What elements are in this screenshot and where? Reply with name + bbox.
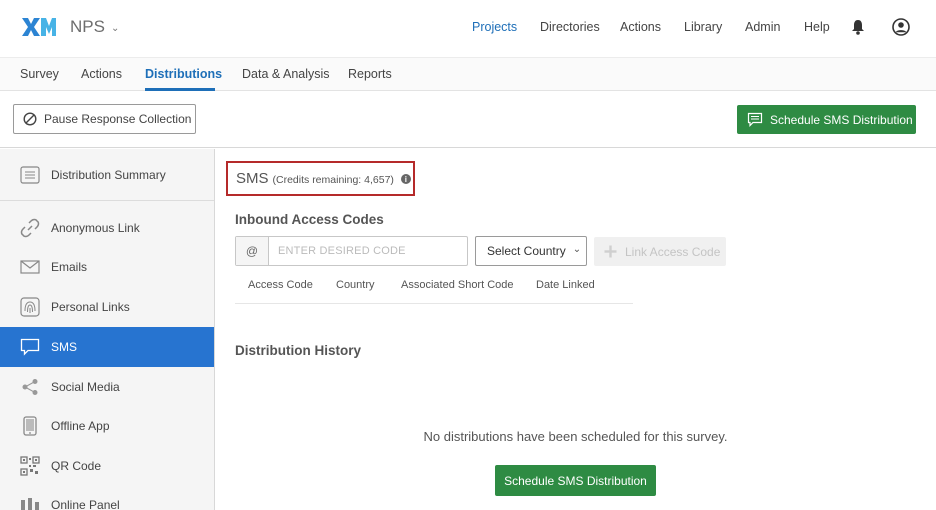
tab-reports[interactable]: Reports bbox=[348, 67, 392, 81]
sidebar-item-label: Online Panel bbox=[51, 498, 120, 510]
schedule-label: Schedule SMS Distribution bbox=[504, 473, 647, 488]
sidebar-item-emails[interactable]: Emails bbox=[0, 247, 214, 287]
credits-remaining: (Credits remaining: 4,657) bbox=[272, 173, 394, 186]
sidebar-item-label: Social Media bbox=[51, 380, 120, 394]
sidebar-item-distribution-summary[interactable]: Distribution Summary bbox=[0, 155, 214, 195]
select-country-dropdown[interactable]: Select Country ⌄ bbox=[475, 236, 587, 266]
sidebar-divider bbox=[0, 200, 214, 201]
column-header-associated-short-code[interactable]: Associated Short Code bbox=[401, 279, 514, 291]
sidebar: Distribution Summary Anonymous Link Emai… bbox=[0, 149, 215, 510]
column-header-date-linked[interactable]: Date Linked bbox=[536, 279, 595, 291]
nav-actions[interactable]: Actions bbox=[620, 20, 661, 34]
sidebar-item-label: Personal Links bbox=[51, 300, 130, 314]
column-header-country[interactable]: Country bbox=[336, 279, 375, 291]
tab-survey[interactable]: Survey bbox=[20, 67, 59, 81]
access-code-field-group: @ bbox=[235, 236, 468, 266]
nav-projects[interactable]: Projects bbox=[472, 20, 517, 34]
sidebar-item-label: Anonymous Link bbox=[51, 221, 140, 235]
schedule-sms-distribution-button-top[interactable]: Schedule SMS Distribution bbox=[737, 105, 916, 134]
sidebar-item-label: SMS bbox=[51, 340, 78, 354]
sidebar-item-label: Emails bbox=[51, 260, 88, 274]
nav-help[interactable]: Help bbox=[804, 20, 830, 34]
at-sign: @ bbox=[236, 237, 269, 265]
bell-icon[interactable] bbox=[851, 19, 865, 35]
inbound-access-codes-title: Inbound Access Codes bbox=[235, 212, 384, 227]
fingerprint-icon bbox=[20, 297, 40, 317]
sidebar-item-personal-links[interactable]: Personal Links bbox=[0, 287, 214, 327]
schedule-sms-distribution-button[interactable]: Schedule SMS Distribution bbox=[495, 465, 656, 496]
envelope-icon bbox=[20, 257, 40, 277]
sms-credits-header: SMS (Credits remaining: 4,657) i bbox=[226, 161, 415, 196]
top-nav: Projects Directories Actions Library Adm… bbox=[0, 20, 936, 36]
sidebar-item-offline-app[interactable]: Offline App bbox=[0, 406, 214, 446]
sidebar-item-online-panel[interactable]: Online Panel bbox=[0, 485, 214, 510]
plus-icon bbox=[604, 245, 617, 258]
access-code-input[interactable] bbox=[269, 237, 467, 265]
panel-icon bbox=[20, 495, 40, 510]
chat-bubble-icon bbox=[20, 337, 40, 357]
summary-icon bbox=[20, 165, 40, 185]
tab-distributions[interactable]: Distributions bbox=[145, 67, 222, 81]
pause-label: Pause Response Collection bbox=[44, 112, 192, 126]
link-access-code-button[interactable]: Link Access Code bbox=[594, 237, 726, 266]
user-icon[interactable] bbox=[892, 18, 910, 36]
nav-directories[interactable]: Directories bbox=[540, 20, 600, 34]
sidebar-item-anonymous-link[interactable]: Anonymous Link bbox=[0, 208, 214, 248]
nav-admin[interactable]: Admin bbox=[745, 20, 780, 34]
nav-library[interactable]: Library bbox=[684, 20, 722, 34]
share-icon bbox=[20, 377, 40, 397]
table-divider bbox=[235, 303, 633, 304]
select-country-label: Select Country bbox=[487, 244, 566, 258]
schedule-label-top: Schedule SMS Distribution bbox=[770, 112, 913, 127]
message-icon bbox=[747, 112, 763, 127]
sidebar-item-label: Distribution Summary bbox=[51, 168, 166, 182]
sidebar-item-label: QR Code bbox=[51, 459, 102, 473]
sidebar-item-social-media[interactable]: Social Media bbox=[0, 367, 214, 407]
column-header-access-code[interactable]: Access Code bbox=[248, 279, 313, 291]
empty-state-message: No distributions have been scheduled for… bbox=[423, 429, 728, 444]
sidebar-item-label: Offline App bbox=[51, 419, 110, 433]
sidebar-item-sms[interactable]: SMS bbox=[0, 327, 214, 367]
tab-actions[interactable]: Actions bbox=[81, 67, 122, 81]
prohibited-icon bbox=[23, 112, 37, 126]
link-access-code-label: Link Access Code bbox=[625, 244, 721, 259]
action-bar: Pause Response Collection Schedule SMS D… bbox=[0, 92, 936, 148]
top-header: NPS ⌄ Projects Directories Actions Libra… bbox=[0, 0, 936, 56]
link-icon bbox=[20, 218, 40, 238]
tab-data-analysis[interactable]: Data & Analysis bbox=[242, 67, 330, 81]
info-icon[interactable]: i bbox=[400, 174, 411, 184]
chevron-down-icon: ⌄ bbox=[572, 244, 582, 255]
sms-title: SMS bbox=[236, 170, 269, 187]
sidebar-item-qr-code[interactable]: QR Code bbox=[0, 446, 214, 486]
pause-response-collection-button[interactable]: Pause Response Collection bbox=[13, 104, 196, 134]
active-tab-indicator bbox=[145, 88, 215, 91]
tablet-icon bbox=[20, 416, 40, 436]
qr-code-icon bbox=[20, 456, 40, 476]
subtabs: Survey Actions Distributions Data & Anal… bbox=[0, 57, 936, 91]
distribution-history-title: Distribution History bbox=[235, 343, 362, 358]
